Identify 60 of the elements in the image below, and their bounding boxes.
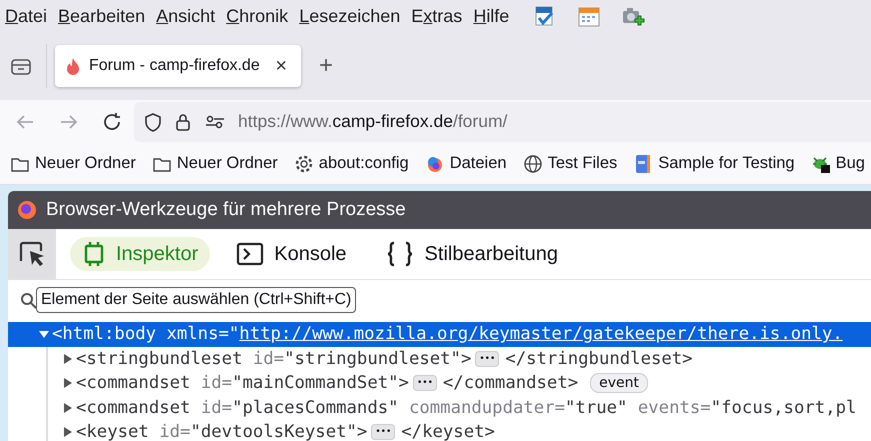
markup-line[interactable]: <commandset id="mainCommandSet"> xyxy=(76,373,409,394)
selected-row[interactable]: <html:body xmlns="http://www.mozilla.org/keymaster/gatekeeper/there.is.only. xyxy=(8,322,871,346)
markup-line[interactable]: <keyset id="devtoolsKeyset"> xyxy=(76,422,368,441)
browser-tab[interactable]: Forum - camp-firefox.de × xyxy=(55,45,301,87)
collapse-triangle-icon[interactable] xyxy=(38,328,50,340)
markup-line[interactable]: <stringbundleset id="stringbundleset"> xyxy=(76,348,472,369)
camera-add-icon[interactable] xyxy=(621,5,646,27)
menu-item[interactable]: Hilfe xyxy=(472,6,520,26)
sidebar-icon[interactable] xyxy=(10,56,32,76)
bookmark[interactable]: about:config xyxy=(294,154,409,174)
tooltip: Element der Seite auswählen (Ctrl+Shift+C) xyxy=(36,287,356,313)
markup-row[interactable]: <keyset id="devtoolsKeyset"> ••• </keyset> xyxy=(46,420,871,441)
ellipsis-button[interactable]: ••• xyxy=(412,375,437,392)
markup-line[interactable]: <html:body xmlns="http://www.mozilla.org/keymaster/gatekeeper/there.is.only. xyxy=(52,324,843,344)
menu-item[interactable]: Ansicht xyxy=(155,6,226,26)
closing-tag: </stringbundleset> xyxy=(505,348,693,369)
bookmark[interactable]: Neuer Ordner xyxy=(152,154,278,174)
element-picker-button[interactable] xyxy=(8,229,56,279)
markup-row[interactable]: <commandset id="mainCommandSet"> ••• </commandset> event xyxy=(46,371,871,396)
tab-title: Forum - camp-firefox.de xyxy=(89,57,260,75)
devtools-tab[interactable]: Inspektor xyxy=(70,237,210,271)
lock-icon xyxy=(174,112,192,132)
bookmark[interactable]: Neuer Ordner xyxy=(10,154,136,174)
globe-icon xyxy=(522,154,543,174)
address-bar[interactable]: https://www.camp-firefox.de/forum/ xyxy=(134,102,871,142)
menu-item[interactable]: Chronik xyxy=(225,6,298,26)
search-icon xyxy=(20,292,38,310)
terminal-icon xyxy=(236,242,264,266)
calendar-icon[interactable] xyxy=(577,5,602,27)
devtools-tab[interactable]: Konsole xyxy=(224,237,359,271)
expand-triangle-icon[interactable] xyxy=(62,377,74,390)
markup-row[interactable]: <stringbundleset id="stringbundleset"> ••• </stringbundleset> xyxy=(46,346,871,371)
expand-triangle-icon[interactable] xyxy=(62,426,74,438)
gear-icon xyxy=(294,154,314,174)
shield-icon xyxy=(144,112,162,132)
menu-item[interactable]: Lesezeichen xyxy=(298,6,410,26)
chip-icon xyxy=(82,241,106,267)
menu-item[interactable]: Extras xyxy=(410,6,472,26)
bookmark[interactable]: Bug xyxy=(810,154,865,174)
new-tab-button[interactable]: + xyxy=(319,52,334,80)
menu-item[interactable]: Datei xyxy=(4,6,58,26)
ellipsis-button[interactable]: ••• xyxy=(371,424,396,440)
expand-triangle-icon[interactable] xyxy=(62,402,74,414)
close-tab-button[interactable]: × xyxy=(273,54,289,78)
window-title: Browser-Werkzeuge für mehrere Prozesse xyxy=(46,199,406,221)
flame-icon xyxy=(65,57,81,75)
devtools-tab[interactable]: Stilbearbeitung xyxy=(372,237,570,271)
expand-triangle-icon[interactable] xyxy=(62,352,74,365)
event-badge[interactable]: event xyxy=(590,373,648,394)
markup-row[interactable]: <commandset id="placesCommands" commandupdater="true" events="focus,sort,pl xyxy=(46,396,871,420)
bookmark[interactable]: Dateien xyxy=(424,154,507,174)
bookmark[interactable]: Test Files xyxy=(522,154,618,174)
browser-logo-icon xyxy=(16,199,38,221)
markup-line[interactable]: <commandset id="placesCommands" commandupdater="true" events="focus,sort,pl xyxy=(76,398,856,418)
bookmark[interactable]: Sample for Testing xyxy=(633,154,795,174)
ellipsis-button[interactable]: ••• xyxy=(475,350,500,367)
url-text: https://www.camp-firefox.de/forum/ xyxy=(238,111,508,132)
menu-item[interactable]: Bearbeiten xyxy=(57,6,156,26)
closing-tag: </commandset> xyxy=(442,373,578,394)
closing-tag: </keyset> xyxy=(401,422,495,441)
